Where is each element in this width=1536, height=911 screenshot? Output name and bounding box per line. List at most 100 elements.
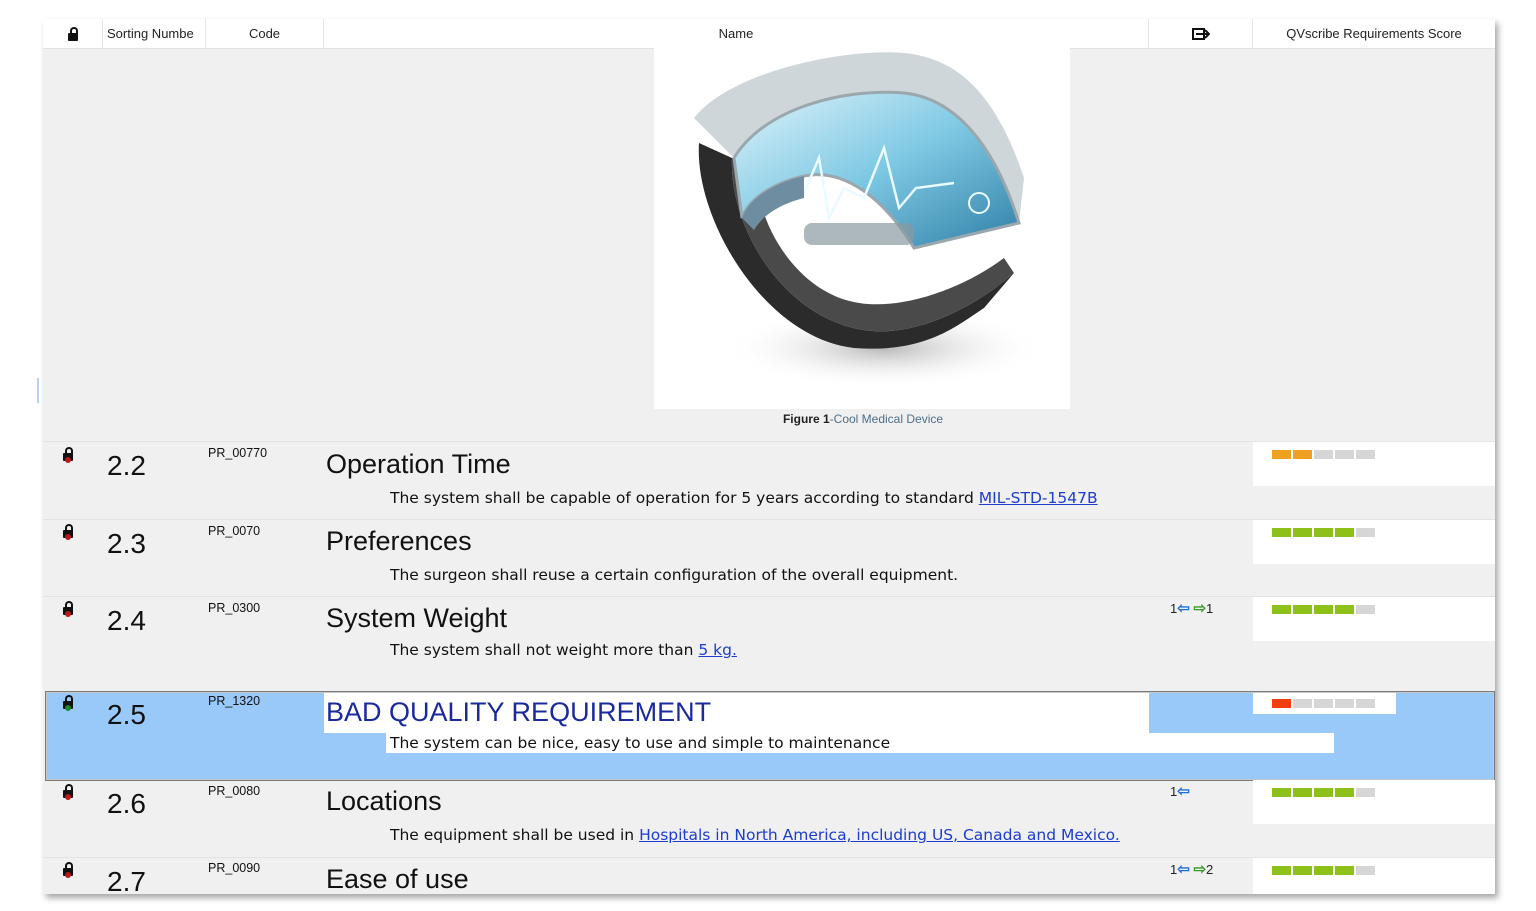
figure-caption: Figure 1-Cool Medical Device: [643, 412, 1083, 426]
row-sorting-number: 2.2: [107, 450, 146, 481]
column-header-lock[interactable]: [43, 19, 103, 48]
score-segment: [1293, 528, 1312, 537]
incoming-link-icon: ⇦: [1177, 861, 1190, 878]
score-cell: [1253, 858, 1495, 894]
row-code: PR_0300: [208, 601, 261, 615]
incoming-link-icon: ⇦: [1177, 600, 1190, 617]
row-description: The system shall be capable of operation…: [390, 489, 1098, 507]
score-segment: [1314, 788, 1333, 797]
row-sorting-number: 2.3: [107, 528, 146, 559]
outgoing-link-icon: ⇨: [1193, 861, 1207, 878]
weight-link[interactable]: 5 kg.: [698, 641, 737, 659]
row-description: The system shall not weight more than 5 …: [390, 641, 737, 659]
score-segment: [1356, 788, 1375, 797]
score-segment: [1272, 450, 1291, 459]
table-row[interactable]: 2.2 PR_00770 Operation Time The system s…: [43, 442, 1495, 519]
score-segment: [1314, 866, 1333, 875]
figure-caption-label: Figure 1: [782, 412, 830, 426]
score-segment: [1335, 788, 1354, 797]
left-edge-marker: [37, 378, 39, 403]
score-segment: [1356, 866, 1375, 875]
lock-icon: [63, 695, 73, 711]
score-bar: [1272, 866, 1375, 875]
table-row[interactable]: 2.3 PR_0070 Preferences The surgeon shal…: [43, 520, 1495, 596]
row-description: The equipment shall be used in Hospitals…: [390, 826, 1120, 844]
row-description: The system can be nice, easy to use and …: [390, 734, 891, 752]
row-code: PR_0080: [208, 784, 261, 798]
score-segment: [1335, 528, 1354, 537]
lock-icon: [67, 27, 78, 41]
score-cell: [1253, 520, 1495, 564]
score-segment: [1356, 528, 1375, 537]
column-header-name[interactable]: Name: [324, 19, 1149, 48]
score-segment: [1272, 605, 1291, 614]
standard-link[interactable]: MIL-STD-1547B: [979, 489, 1098, 507]
score-segment: [1356, 450, 1375, 459]
table-row[interactable]: 2.6 PR_0080 Locations The equipment shal…: [43, 780, 1495, 857]
row-sorting-number: 2.4: [107, 605, 146, 636]
lock-icon: [63, 447, 73, 463]
row-code: PR_0090: [208, 861, 261, 875]
score-segment: [1272, 866, 1291, 875]
score-segment: [1335, 605, 1354, 614]
score-cell: [1253, 442, 1495, 486]
score-segment: [1314, 450, 1333, 459]
lock-icon: [63, 601, 73, 617]
outgoing-link-icon: ⇨: [1193, 600, 1207, 617]
row-title: BAD QUALITY REQUIREMENT: [326, 697, 712, 727]
score-segment: [1314, 605, 1333, 614]
row-sorting-number: 2.5: [107, 699, 146, 730]
figure-image-medical-device: [654, 48, 1070, 409]
row-description-text: The equipment shall be used in: [390, 826, 640, 844]
trace-links[interactable]: 1⇦ ⇨1: [1170, 599, 1213, 617]
score-segment: [1314, 528, 1333, 537]
row-title: Preferences: [326, 526, 472, 556]
row-title: Ease of use: [326, 864, 469, 894]
score-segment: [1293, 866, 1312, 875]
column-header-sorting-number[interactable]: Sorting Numbe: [103, 19, 206, 48]
outgoing-count: 1: [1206, 601, 1214, 616]
grid-header: Sorting Numbe Code Name QVscribe Require…: [43, 19, 1495, 49]
wearable-device-illustration: [694, 52, 1044, 388]
row-code: PR_00770: [208, 446, 268, 460]
trace-links[interactable]: 1⇦ ⇨2: [1170, 860, 1213, 878]
score-cell: [1253, 780, 1495, 824]
requirements-grid: Sorting Numbe Code Name QVscribe Require…: [43, 19, 1495, 894]
column-header-code[interactable]: Code: [206, 19, 324, 48]
row-description-text: The system shall be capable of operation…: [390, 489, 979, 507]
lock-icon: [63, 862, 73, 878]
row-description-text: The system shall not weight more than: [390, 641, 699, 659]
row-sorting-number: 2.7: [107, 866, 146, 894]
row-title: Operation Time: [326, 449, 511, 479]
lock-icon: [63, 524, 73, 540]
score-segment: [1356, 605, 1375, 614]
trace-links[interactable]: 1⇦: [1170, 782, 1190, 800]
table-row[interactable]: 2.4 PR_0300 System Weight The system sha…: [43, 597, 1495, 691]
row-description: The surgeon shall reuse a certain config…: [390, 566, 959, 584]
incoming-link-icon: ⇦: [1177, 783, 1190, 800]
column-header-links[interactable]: [1149, 19, 1253, 48]
lock-icon: [63, 784, 73, 800]
row-code: PR_1320: [208, 694, 261, 708]
row-title: System Weight: [326, 603, 508, 633]
row-sorting-number: 2.6: [107, 788, 146, 819]
score-cell: [1253, 597, 1495, 641]
link-in-out-icon: [1191, 28, 1210, 40]
score-segment: [1335, 450, 1354, 459]
table-row[interactable]: 2.7 PR_0090 Ease of use 1⇦ ⇨2: [43, 858, 1495, 894]
outgoing-count: 2: [1206, 862, 1214, 877]
score-segment: [1272, 788, 1291, 797]
score-bar: [1272, 528, 1375, 537]
row-code: PR_0070: [208, 524, 261, 538]
score-segment: [1293, 788, 1312, 797]
score-bar: [1272, 788, 1375, 797]
score-bar: [1272, 450, 1375, 459]
score-bar: [1272, 605, 1375, 614]
figure-caption-text: -Cool Medical Device: [829, 412, 944, 426]
locations-link[interactable]: Hospitals in North America, including US…: [639, 826, 1120, 844]
column-header-score[interactable]: QVscribe Requirements Score: [1253, 19, 1495, 48]
score-segment: [1335, 866, 1354, 875]
score-segment: [1293, 450, 1312, 459]
table-row-selected[interactable]: 2.5 PR_1320 BAD QUALITY REQUIREMENT The …: [43, 691, 1495, 779]
row-title: Locations: [326, 786, 442, 816]
